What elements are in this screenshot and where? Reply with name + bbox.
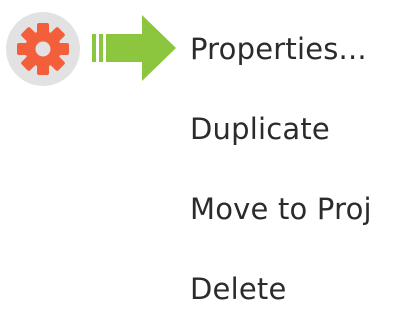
screenshot-crop: Properties... Duplicate Move to Proj Del…	[0, 0, 398, 316]
arrow-right-icon	[92, 15, 176, 81]
menu-item-move-to-project[interactable]: Move to Proj	[190, 185, 398, 233]
gear-icon	[6, 12, 80, 86]
context-menu: Properties... Duplicate Move to Proj Del…	[190, 0, 398, 316]
settings-button[interactable]	[4, 10, 82, 88]
menu-item-duplicate[interactable]: Duplicate	[190, 105, 398, 153]
menu-item-properties[interactable]: Properties...	[190, 25, 398, 73]
menu-item-delete[interactable]: Delete	[190, 265, 398, 313]
